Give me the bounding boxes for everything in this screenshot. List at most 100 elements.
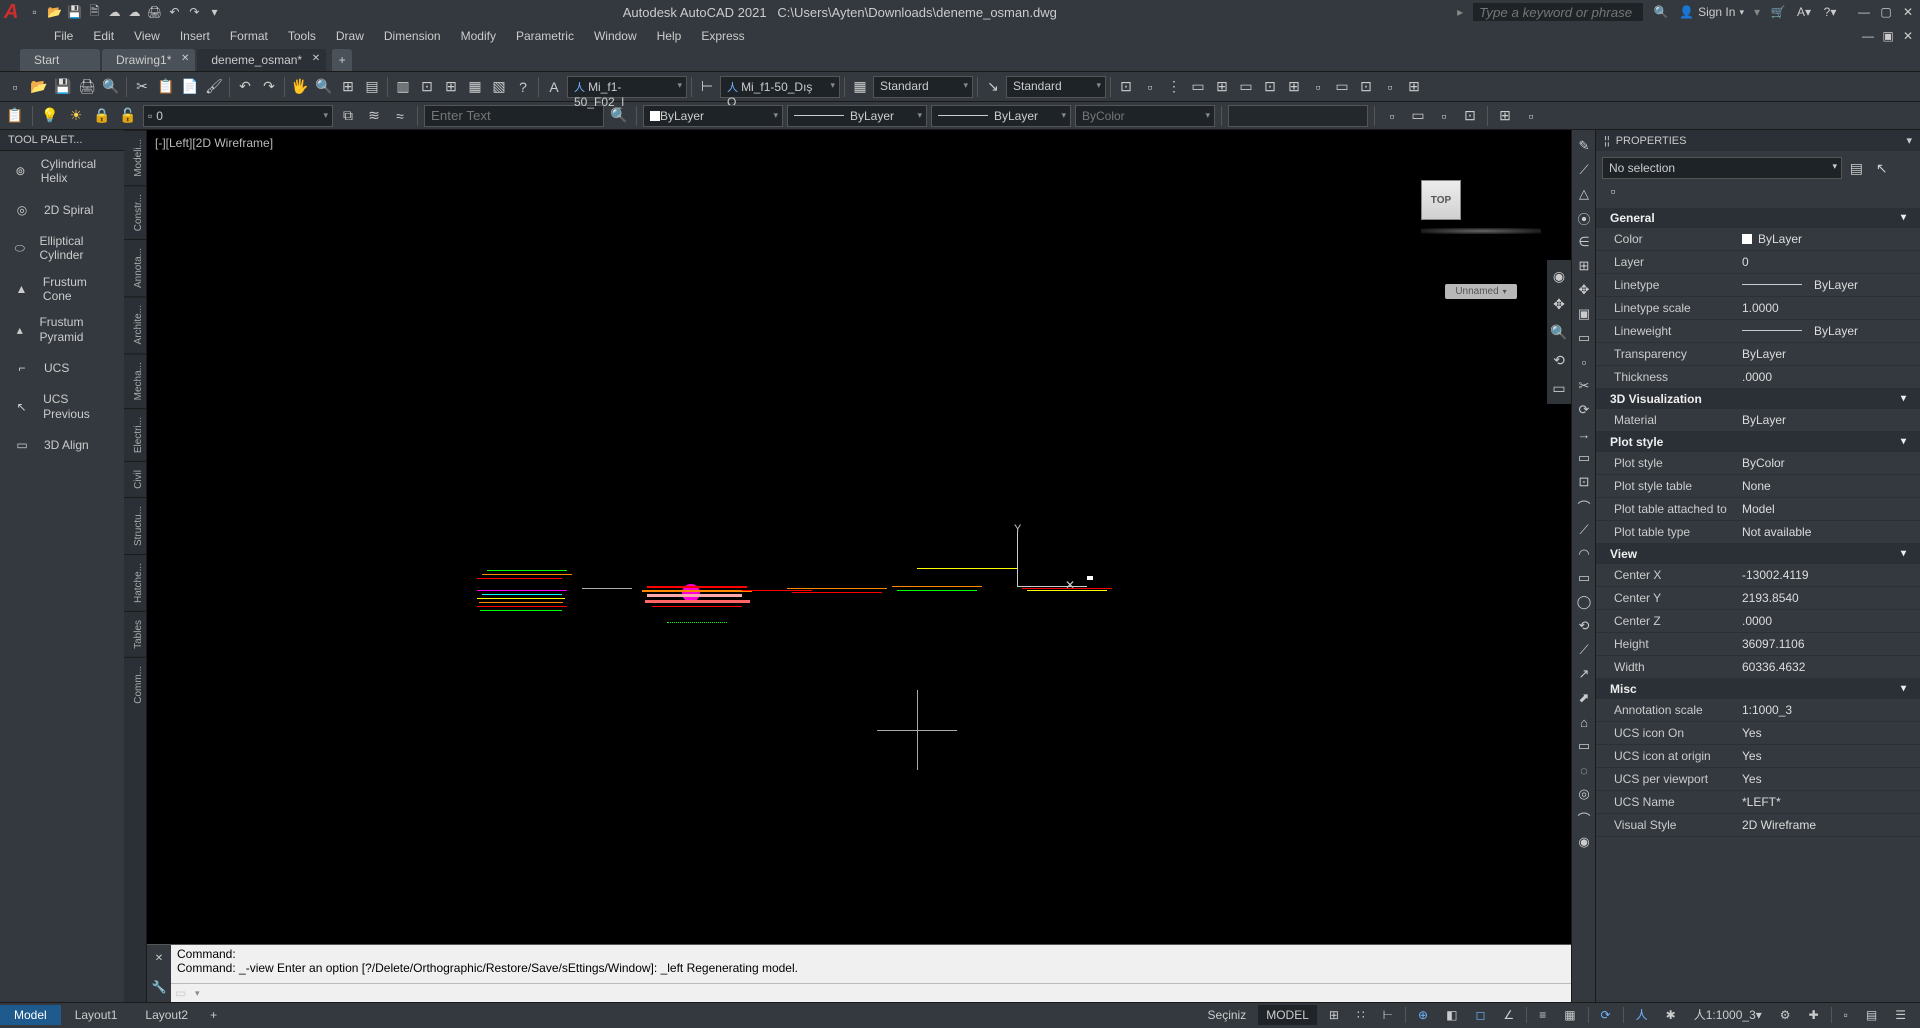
toolbar-icon[interactable]: ⊞	[1494, 105, 1516, 127]
toolbar-icon[interactable]: 🖐	[289, 76, 311, 98]
prop-row[interactable]: Center X-13002.4119	[1596, 564, 1920, 587]
cmd-wrench-icon[interactable]: 🔧	[152, 980, 167, 994]
toolbar-icon[interactable]: 📋	[155, 76, 177, 98]
toolbar-icon[interactable]: ⋮	[1163, 76, 1185, 98]
units-icon[interactable]: ▫	[1838, 1006, 1854, 1024]
palette-tab[interactable]: Modeli...	[124, 130, 146, 185]
ortho-icon[interactable]: ⊢	[1377, 1006, 1399, 1024]
search-icon[interactable]: 🔍	[1653, 4, 1669, 20]
layer-unlock-icon[interactable]: 🔓	[117, 105, 139, 127]
toolbar-icon[interactable]: ▭	[1331, 76, 1353, 98]
prop-group-header[interactable]: Plot style▾	[1596, 432, 1920, 452]
iso-icon[interactable]: ◧	[1440, 1006, 1463, 1024]
toolbar-icon[interactable]: 🖌	[203, 76, 225, 98]
tool-icon[interactable]: ◎	[1574, 784, 1594, 804]
app-icon[interactable]: A▾	[1796, 4, 1812, 20]
polar-icon[interactable]: ⊕	[1412, 1006, 1434, 1024]
snap-icon[interactable]: ∷	[1351, 1006, 1371, 1024]
tool-icon[interactable]: △	[1574, 184, 1594, 204]
select-objects-icon[interactable]: ↖	[1871, 158, 1893, 180]
prop-row[interactable]: MaterialByLayer	[1596, 409, 1920, 432]
prop-value[interactable]: 1.0000	[1736, 299, 1920, 317]
saveas-icon[interactable]: 🗎	[86, 4, 102, 20]
menu-parametric[interactable]: Parametric	[506, 27, 584, 45]
panel-menu-icon[interactable]: ▾	[1906, 134, 1912, 147]
prop-group-header[interactable]: Misc▾	[1596, 679, 1920, 699]
prop-row[interactable]: Annotation scale1:1000_3	[1596, 699, 1920, 722]
prop-value[interactable]: -13002.4119	[1736, 566, 1920, 584]
toolbar-icon[interactable]: ⊞	[1403, 76, 1425, 98]
prop-row[interactable]: Visual Style2D Wireframe	[1596, 814, 1920, 837]
prop-row[interactable]: UCS icon OnYes	[1596, 722, 1920, 745]
nav-wheel-icon[interactable]: ◉	[1549, 266, 1569, 286]
new-icon[interactable]: ▫	[26, 4, 42, 20]
doc-restore-icon[interactable]: ▣	[1880, 28, 1896, 44]
tool-icon[interactable]: ⟲	[1574, 616, 1594, 636]
toolbar-icon[interactable]: 🔍	[313, 76, 335, 98]
menu-dimension[interactable]: Dimension	[374, 27, 451, 45]
prop-value[interactable]: Yes	[1736, 747, 1920, 765]
tool-icon[interactable]: ⦿	[1574, 208, 1594, 228]
minimize-icon[interactable]: —	[1856, 4, 1872, 20]
prop-row[interactable]: Center Z.0000	[1596, 610, 1920, 633]
tool-icon[interactable]: ⊞	[1574, 256, 1594, 276]
toolbar-icon[interactable]: ⊡	[1355, 76, 1377, 98]
open-icon[interactable]: 📂	[46, 4, 62, 20]
toolbar-icon[interactable]: ▫	[1520, 105, 1542, 127]
annotation-vis-icon[interactable]: 人	[1630, 1004, 1654, 1025]
toolbar-icon[interactable]: ⊡	[1115, 76, 1137, 98]
prop-value[interactable]: *LEFT*	[1736, 793, 1920, 811]
quick-select-icon[interactable]: ▤	[1845, 158, 1867, 180]
prop-row[interactable]: Plot table attached toModel	[1596, 498, 1920, 521]
tool-icon[interactable]: ⟋	[1574, 640, 1594, 660]
tool-icon[interactable]: ⟳	[1574, 400, 1594, 420]
lineweight-select[interactable]: ByLayer	[931, 105, 1071, 127]
file-tab[interactable]: deneme_osman*✕	[197, 49, 326, 71]
tool-icon[interactable]: ◌	[1574, 760, 1594, 780]
prop-value[interactable]: ByLayer	[1736, 230, 1920, 248]
palette-tab[interactable]: Comm...	[124, 657, 146, 712]
prop-row[interactable]: LineweightByLayer	[1596, 320, 1920, 343]
tab-close-icon[interactable]: ✕	[312, 53, 320, 64]
palette-tab[interactable]: Electri...	[124, 408, 146, 461]
signin-button[interactable]: 👤 Sign In ▾	[1679, 5, 1744, 19]
drawing-canvas[interactable]: [-][Left][2D Wireframe] TOP Unnamed ▾	[147, 130, 1571, 944]
workspace-icon[interactable]: ⚙	[1774, 1006, 1797, 1024]
osnap-icon[interactable]: ◻	[1469, 1006, 1491, 1024]
tool-icon[interactable]: ⌒	[1574, 496, 1594, 516]
prop-row[interactable]: Linetype scale1.0000	[1596, 297, 1920, 320]
tool-icon[interactable]: ✎	[1574, 136, 1594, 156]
layer-freeze-icon[interactable]: ☀	[65, 105, 87, 127]
tablestyle-icon[interactable]: ▦	[849, 76, 871, 98]
prop-value[interactable]: Not available	[1736, 523, 1920, 541]
toolbar-icon[interactable]: ⊞	[1211, 76, 1233, 98]
selection-type-select[interactable]: No selection	[1602, 157, 1842, 179]
close-icon[interactable]: ✕	[1900, 4, 1916, 20]
tool-palette-item[interactable]: ◎2D Spiral	[0, 192, 124, 228]
prop-group-header[interactable]: View▾	[1596, 544, 1920, 564]
toolbar-icon[interactable]: ⊡	[1459, 105, 1481, 127]
pan-icon[interactable]: ✥	[1549, 294, 1569, 314]
tool-icon[interactable]: ↗	[1574, 664, 1594, 684]
layout-tab[interactable]: Layout1	[61, 1005, 132, 1025]
prop-value[interactable]: .0000	[1736, 612, 1920, 630]
layer-icon[interactable]: ≋	[363, 105, 385, 127]
toolbar-icon[interactable]: 🔍	[100, 76, 122, 98]
layer-select[interactable]: ▫0	[143, 105, 333, 127]
tool-icon[interactable]: ⌒	[1574, 808, 1594, 828]
tool-icon[interactable]: ⟋	[1574, 160, 1594, 180]
toolbar-icon[interactable]: ▭	[1407, 105, 1429, 127]
layer-state-icon[interactable]: 💡	[39, 105, 61, 127]
mleader-select[interactable]: Standard	[1006, 76, 1106, 98]
menu-file[interactable]: File	[44, 27, 83, 45]
prop-row[interactable]: Layer0	[1596, 251, 1920, 274]
layout-tab[interactable]: Layout2	[131, 1005, 202, 1025]
redo-icon[interactable]: ↷	[186, 4, 202, 20]
prop-value[interactable]: 2193.8540	[1736, 589, 1920, 607]
tool-icon[interactable]: ▫	[1574, 352, 1594, 372]
prop-row[interactable]: Thickness.0000	[1596, 366, 1920, 389]
tool-palette-item[interactable]: ⊚Cylindrical Helix	[0, 151, 124, 192]
prop-value[interactable]: ByLayer	[1736, 411, 1920, 429]
viewport-label[interactable]: [-][Left][2D Wireframe]	[155, 136, 273, 150]
prop-value[interactable]: ByLayer	[1736, 322, 1920, 340]
